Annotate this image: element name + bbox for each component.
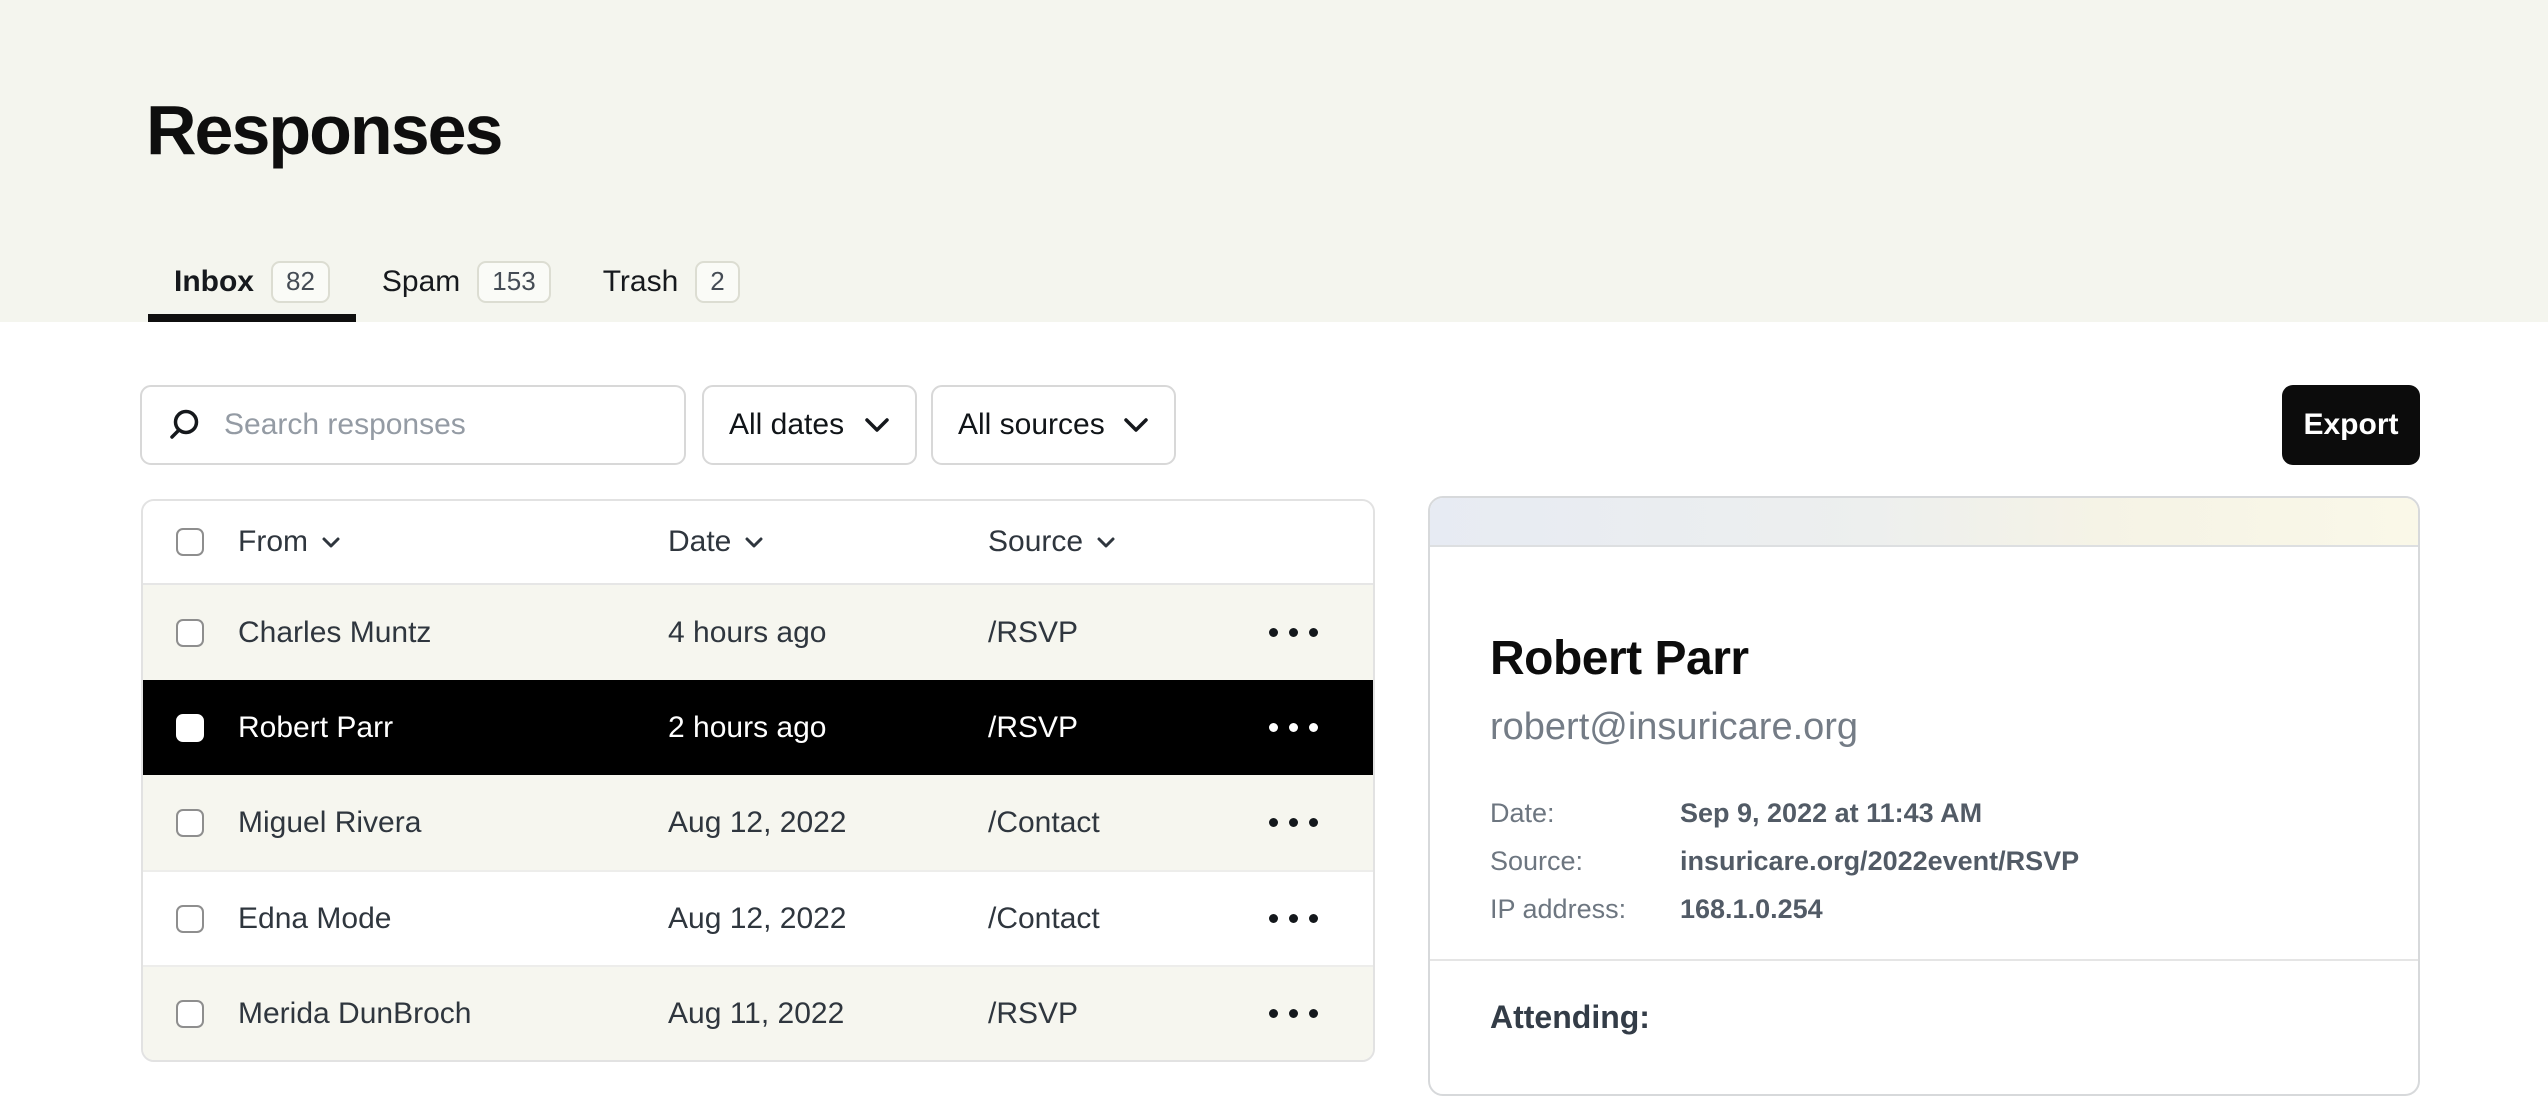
column-header-date[interactable]: Date bbox=[668, 525, 988, 559]
source-filter-dropdown[interactable]: All sources bbox=[931, 385, 1176, 465]
ellipsis-menu-icon[interactable] bbox=[1269, 999, 1318, 1028]
respondent-name: Robert Parr bbox=[1490, 635, 2358, 683]
chevron-down-icon bbox=[864, 417, 890, 433]
tab-spam[interactable]: Spam 153 bbox=[356, 242, 577, 322]
meta-label: Source: bbox=[1490, 837, 1680, 885]
tab-trash[interactable]: Trash 2 bbox=[577, 242, 766, 322]
meta-label: Date: bbox=[1490, 789, 1680, 837]
row-from: Charles Muntz bbox=[238, 616, 668, 650]
tab-inbox-label: Inbox bbox=[174, 265, 254, 299]
respondent-email: robert@insuricare.org bbox=[1490, 707, 2358, 749]
meta-row-date: Date: Sep 9, 2022 at 11:43 AM bbox=[1490, 789, 2358, 837]
export-button[interactable]: Export bbox=[2282, 385, 2420, 465]
detail-divider bbox=[1430, 959, 2418, 961]
search-icon bbox=[168, 408, 202, 442]
table-row[interactable]: Edna Mode Aug 12, 2022 /Contact bbox=[143, 870, 1373, 965]
meta-value: 168.1.0.254 bbox=[1680, 885, 1823, 933]
attending-section-heading: Attending: bbox=[1490, 999, 2358, 1036]
tab-bar: Inbox 82 Spam 153 Trash 2 bbox=[148, 242, 766, 322]
row-from: Robert Parr bbox=[238, 711, 668, 745]
row-from: Merida DunBroch bbox=[238, 997, 668, 1031]
row-source: /RSVP bbox=[988, 997, 1269, 1031]
chevron-down-icon bbox=[744, 536, 764, 549]
date-filter-label: All dates bbox=[729, 408, 844, 442]
detail-gradient-strip bbox=[1430, 498, 2418, 547]
page-header: Responses Inbox 82 Spam 153 Trash 2 bbox=[0, 0, 2548, 322]
row-from: Edna Mode bbox=[238, 902, 668, 936]
tab-inbox[interactable]: Inbox 82 bbox=[148, 242, 356, 322]
date-filter-dropdown[interactable]: All dates bbox=[702, 385, 917, 465]
table-row-selected[interactable]: Robert Parr 2 hours ago /RSVP bbox=[143, 680, 1373, 775]
row-date: 2 hours ago bbox=[668, 711, 988, 745]
source-filter-label: All sources bbox=[958, 408, 1105, 442]
tab-trash-label: Trash bbox=[603, 265, 679, 299]
ellipsis-menu-icon[interactable] bbox=[1269, 618, 1318, 647]
row-date: Aug 12, 2022 bbox=[668, 902, 988, 936]
column-header-source[interactable]: Source bbox=[988, 525, 1269, 559]
row-source: /RSVP bbox=[988, 616, 1269, 650]
row-source: /Contact bbox=[988, 806, 1269, 840]
table-row[interactable]: Charles Muntz 4 hours ago /RSVP bbox=[143, 585, 1373, 680]
select-all-checkbox[interactable] bbox=[176, 528, 204, 556]
tab-spam-count-badge: 153 bbox=[477, 261, 550, 302]
search-input[interactable] bbox=[222, 407, 658, 443]
table-header-row: From Date Source bbox=[143, 501, 1373, 585]
ellipsis-menu-icon[interactable] bbox=[1269, 713, 1318, 742]
tab-trash-count-badge: 2 bbox=[695, 261, 739, 302]
chevron-down-icon bbox=[1096, 536, 1116, 549]
row-checkbox[interactable] bbox=[176, 905, 204, 933]
response-metadata: Date: Sep 9, 2022 at 11:43 AM Source: in… bbox=[1490, 789, 2358, 933]
row-date: Aug 11, 2022 bbox=[668, 997, 988, 1031]
table-row[interactable]: Miguel Rivera Aug 12, 2022 /Contact bbox=[143, 775, 1373, 870]
row-checkbox[interactable] bbox=[176, 714, 204, 742]
chevron-down-icon bbox=[321, 536, 341, 549]
row-checkbox[interactable] bbox=[176, 809, 204, 837]
tab-spam-label: Spam bbox=[382, 265, 460, 299]
row-source: /RSVP bbox=[988, 711, 1269, 745]
responses-table: From Date Source bbox=[141, 499, 1375, 1062]
table-row[interactable]: Merida DunBroch Aug 11, 2022 /RSVP bbox=[143, 965, 1373, 1060]
meta-row-ip: IP address: 168.1.0.254 bbox=[1490, 885, 2358, 933]
row-source: /Contact bbox=[988, 902, 1269, 936]
row-checkbox[interactable] bbox=[176, 619, 204, 647]
search-box[interactable] bbox=[140, 385, 686, 465]
meta-value: insuricare.org/2022event/RSVP bbox=[1680, 837, 2079, 885]
chevron-down-icon bbox=[1123, 417, 1149, 433]
ellipsis-menu-icon[interactable] bbox=[1269, 808, 1318, 837]
row-date: Aug 12, 2022 bbox=[668, 806, 988, 840]
meta-row-source: Source: insuricare.org/2022event/RSVP bbox=[1490, 837, 2358, 885]
response-detail-panel: Robert Parr robert@insuricare.org Date: … bbox=[1428, 496, 2420, 1096]
row-checkbox[interactable] bbox=[176, 1000, 204, 1028]
page-title: Responses bbox=[146, 90, 501, 170]
meta-label: IP address: bbox=[1490, 885, 1680, 933]
meta-value: Sep 9, 2022 at 11:43 AM bbox=[1680, 789, 1982, 837]
tab-inbox-count-badge: 82 bbox=[271, 261, 330, 302]
row-date: 4 hours ago bbox=[668, 616, 988, 650]
row-from: Miguel Rivera bbox=[238, 806, 668, 840]
ellipsis-menu-icon[interactable] bbox=[1269, 904, 1318, 933]
column-header-from[interactable]: From bbox=[238, 525, 668, 559]
